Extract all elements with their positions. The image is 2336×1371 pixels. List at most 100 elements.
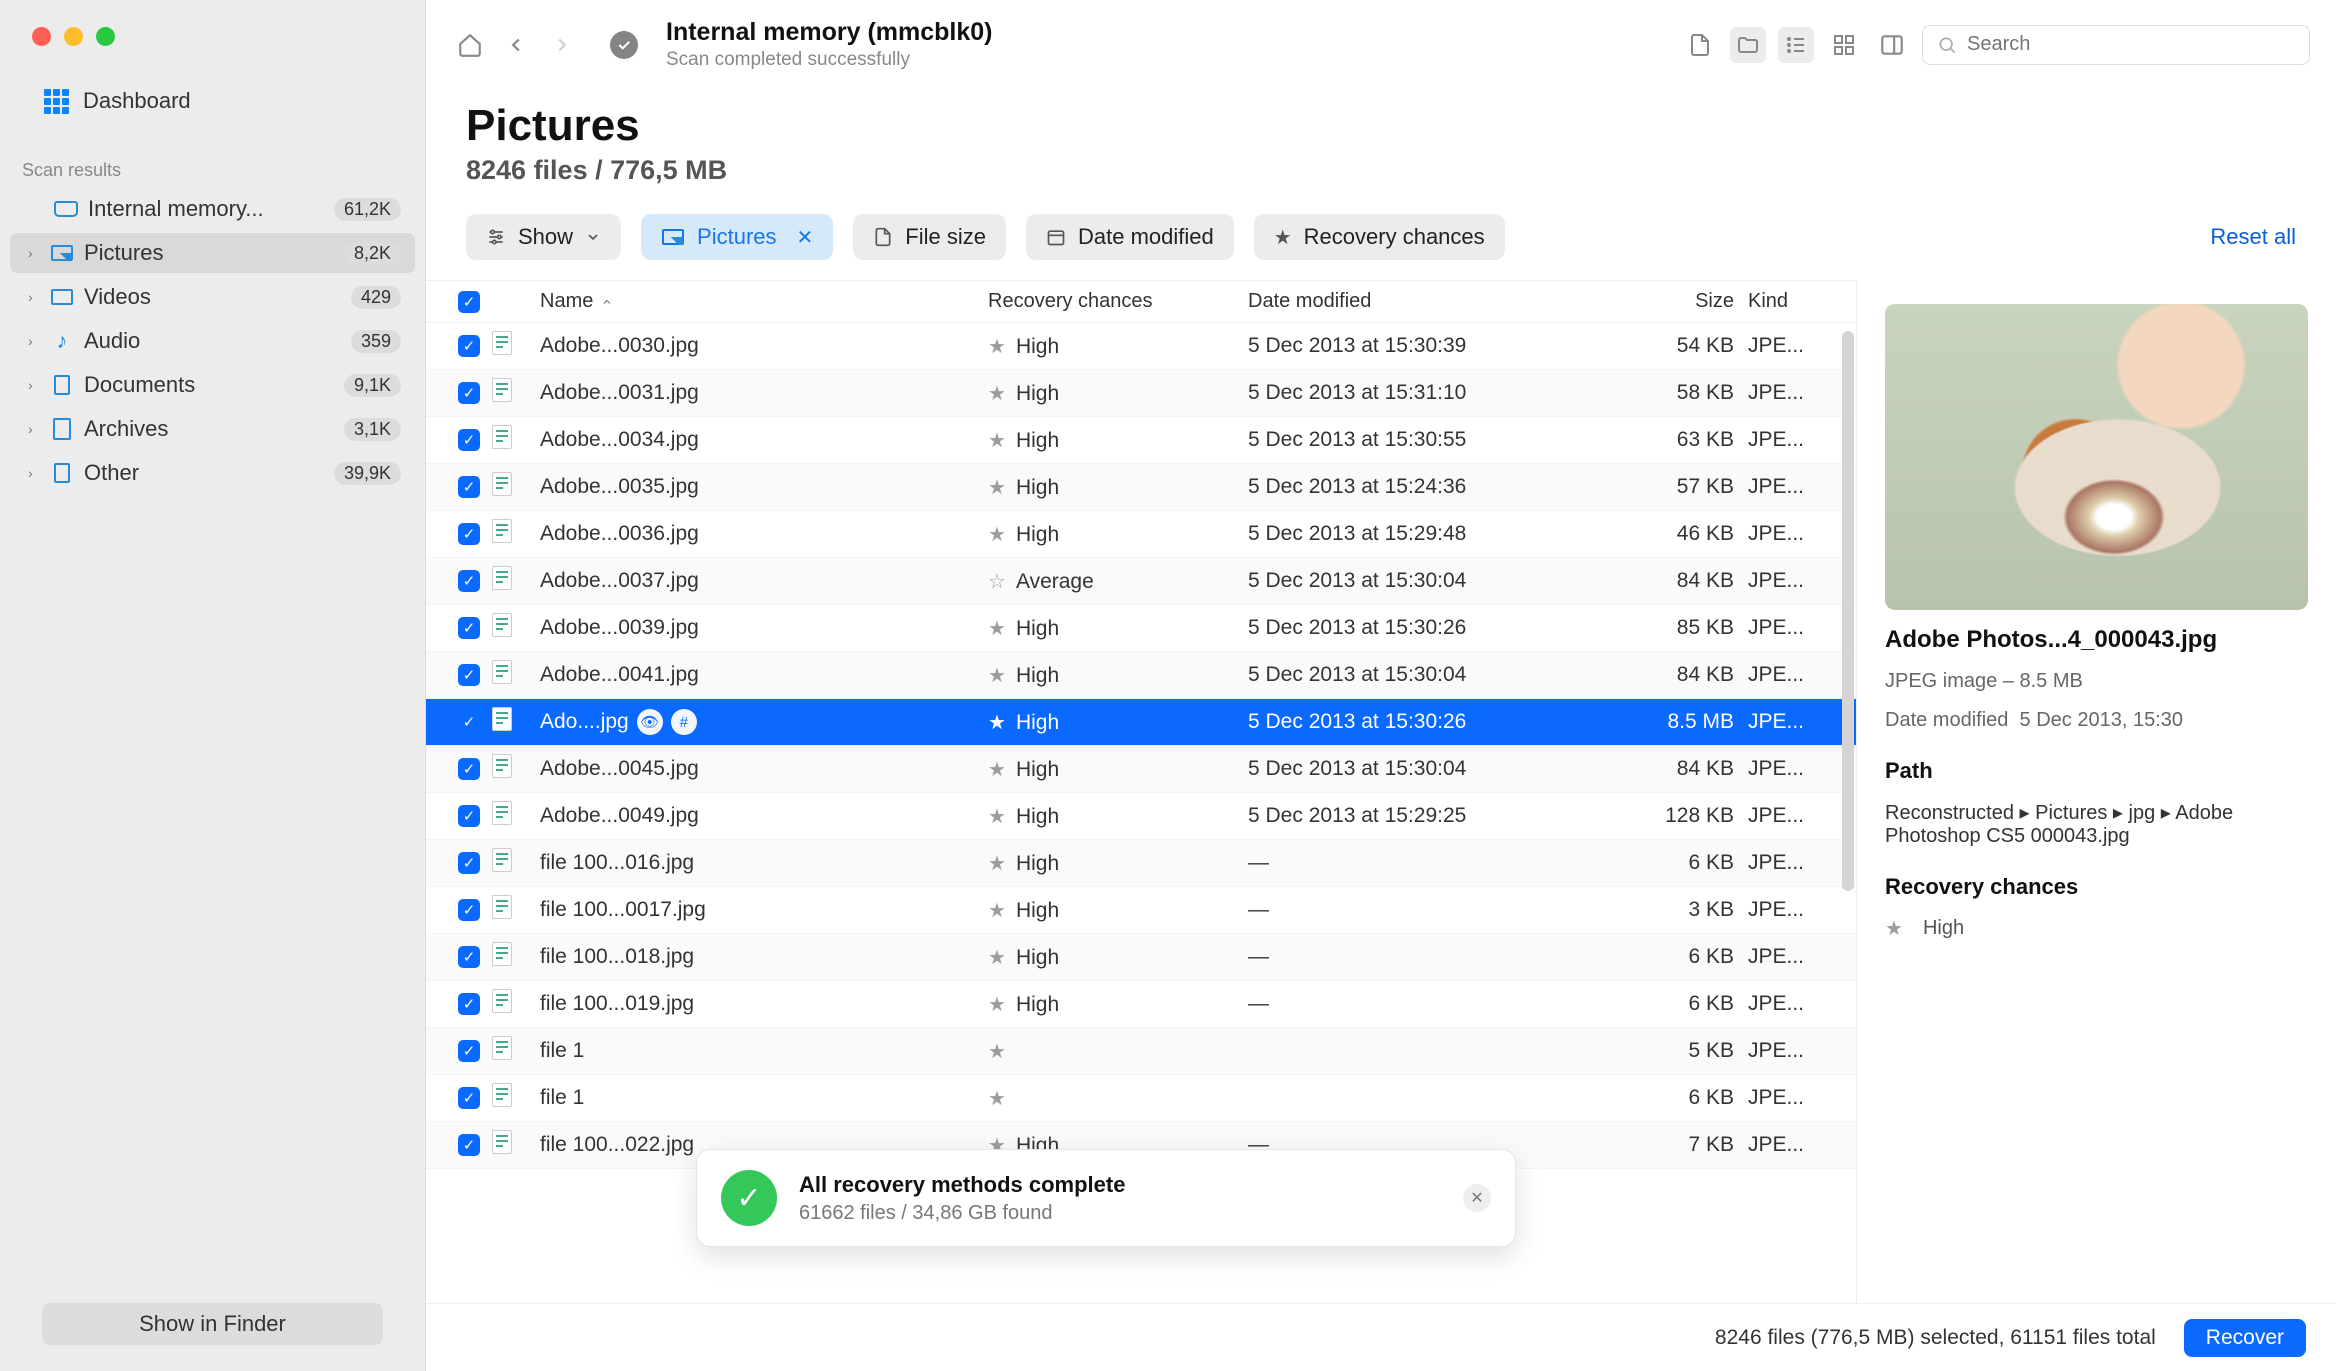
table-row[interactable]: ✓Adobe...0036.jpg★High5 Dec 2013 at 15:2…: [426, 511, 1856, 558]
row-checkbox[interactable]: ✓: [458, 1087, 480, 1109]
table-row[interactable]: ✓Adobe...0049.jpg★High5 Dec 2013 at 15:2…: [426, 793, 1856, 840]
sidebar-item-audio[interactable]: › ♪ Audio 359: [10, 321, 415, 361]
table-row[interactable]: ✓Adobe...0045.jpg★High5 Dec 2013 at 15:3…: [426, 746, 1856, 793]
new-file-icon[interactable]: [1682, 27, 1718, 63]
scan-results-header: Scan results: [22, 160, 425, 181]
table-row[interactable]: ✓file 100...016.jpg★High—6 KBJPE...: [426, 840, 1856, 887]
table-row[interactable]: ✓Adobe...0041.jpg★High5 Dec 2013 at 15:3…: [426, 652, 1856, 699]
row-checkbox[interactable]: ✓: [458, 664, 480, 686]
select-all-checkbox[interactable]: ✓: [446, 291, 492, 313]
col-kind[interactable]: Kind: [1748, 290, 1856, 313]
detail-rc-value: High: [1923, 917, 1964, 940]
kind-value: JPE...: [1748, 1039, 1856, 1063]
table-row[interactable]: ✓file 1★6 KBJPE...: [426, 1075, 1856, 1122]
table-row[interactable]: ✓Adobe...0030.jpg★High5 Dec 2013 at 15:3…: [426, 323, 1856, 370]
minimize-window[interactable]: [64, 27, 83, 46]
star-icon: ★: [988, 618, 1006, 640]
file-name: Adobe...0035.jpg: [540, 475, 699, 499]
row-checkbox[interactable]: ✓: [458, 711, 480, 733]
sidebar-item-archives[interactable]: › Archives 3,1K: [10, 409, 415, 449]
size-value: 6 KB: [1608, 1086, 1748, 1110]
star-icon: ★: [988, 947, 1006, 969]
show-in-finder-button[interactable]: Show in Finder: [42, 1303, 383, 1345]
search-field[interactable]: [1922, 25, 2310, 65]
size-value: 63 KB: [1608, 428, 1748, 452]
row-checkbox[interactable]: ✓: [458, 476, 480, 498]
show-filter[interactable]: Show: [466, 214, 621, 260]
recovery-value: High: [1016, 335, 1059, 358]
file-preview[interactable]: [1885, 304, 2308, 610]
search-input[interactable]: [1967, 33, 2295, 56]
remove-filter-icon[interactable]: ✕: [797, 225, 814, 250]
row-checkbox[interactable]: ✓: [458, 570, 480, 592]
col-name[interactable]: Name: [540, 290, 988, 313]
detail-date-label: Date modified: [1885, 709, 2008, 731]
sort-asc-icon: [601, 296, 613, 308]
row-checkbox[interactable]: ✓: [458, 899, 480, 921]
panel-toggle-icon[interactable]: [1874, 27, 1910, 63]
forward-button[interactable]: [544, 27, 580, 63]
reset-filters-link[interactable]: Reset all: [2210, 224, 2296, 250]
row-checkbox[interactable]: ✓: [458, 805, 480, 827]
list-view-icon[interactable]: [1778, 27, 1814, 63]
home-button[interactable]: [452, 27, 488, 63]
table-row[interactable]: ✓Adobe...0034.jpg★High5 Dec 2013 at 15:3…: [426, 417, 1856, 464]
row-checkbox[interactable]: ✓: [458, 523, 480, 545]
row-checkbox[interactable]: ✓: [458, 1040, 480, 1062]
size-value: 84 KB: [1608, 569, 1748, 593]
back-button[interactable]: [498, 27, 534, 63]
file-name: file 1: [540, 1086, 584, 1110]
chevron-down-icon: [585, 229, 601, 245]
table-row[interactable]: ✓Ado....jpg👁#★High5 Dec 2013 at 15:30:26…: [426, 699, 1856, 746]
row-checkbox[interactable]: ✓: [458, 758, 480, 780]
sidebar-drive[interactable]: Internal memory... 61,2K: [10, 189, 415, 229]
date-value: —: [1248, 992, 1608, 1016]
toast-close-button[interactable]: ✕: [1463, 1184, 1491, 1212]
grid-view-icon[interactable]: [1826, 27, 1862, 63]
row-checkbox[interactable]: ✓: [458, 617, 480, 639]
fullscreen-window[interactable]: [96, 27, 115, 46]
sliders-icon: [486, 227, 506, 247]
row-checkbox[interactable]: ✓: [458, 382, 480, 404]
row-checkbox[interactable]: ✓: [458, 946, 480, 968]
file-name: Adobe...0034.jpg: [540, 428, 699, 452]
row-checkbox[interactable]: ✓: [458, 1134, 480, 1156]
scrollbar[interactable]: [1842, 331, 1854, 1251]
row-checkbox[interactable]: ✓: [458, 852, 480, 874]
date-filter[interactable]: Date modified: [1026, 214, 1234, 260]
dashboard-link[interactable]: Dashboard: [44, 88, 425, 114]
recovery-value: High: [1016, 429, 1059, 452]
size-value: 6 KB: [1608, 945, 1748, 969]
folder-view-icon[interactable]: [1730, 27, 1766, 63]
table-row[interactable]: ✓Adobe...0037.jpg☆Average5 Dec 2013 at 1…: [426, 558, 1856, 605]
table-row[interactable]: ✓Adobe...0031.jpg★High5 Dec 2013 at 15:3…: [426, 370, 1856, 417]
col-size[interactable]: Size: [1608, 290, 1748, 313]
size-value: 85 KB: [1608, 616, 1748, 640]
filesize-filter[interactable]: File size: [853, 214, 1006, 260]
date-value: 5 Dec 2013 at 15:30:26: [1248, 616, 1608, 640]
sidebar-item-videos[interactable]: › Videos 429: [10, 277, 415, 317]
sidebar-item-pictures[interactable]: › Pictures 8,2K: [10, 233, 415, 273]
table-row[interactable]: ✓Adobe...0039.jpg★High5 Dec 2013 at 15:3…: [426, 605, 1856, 652]
sidebar-item-other[interactable]: › Other 39,9K: [10, 453, 415, 493]
recovery-filter[interactable]: ★ Recovery chances: [1254, 214, 1505, 260]
table-row[interactable]: ✓file 100...018.jpg★High—6 KBJPE...: [426, 934, 1856, 981]
row-checkbox[interactable]: ✓: [458, 993, 480, 1015]
file-icon: [492, 707, 512, 731]
table-row[interactable]: ✓file 1★5 KBJPE...: [426, 1028, 1856, 1075]
pictures-filter-chip[interactable]: Pictures ✕: [641, 214, 833, 260]
close-window[interactable]: [32, 27, 51, 46]
hex-pill-icon[interactable]: #: [671, 709, 697, 735]
table-row[interactable]: ✓file 100...0017.jpg★High—3 KBJPE...: [426, 887, 1856, 934]
col-recovery[interactable]: Recovery chances: [988, 290, 1248, 313]
recovery-filter-label: Recovery chances: [1304, 224, 1485, 250]
table-row[interactable]: ✓Adobe...0035.jpg★High5 Dec 2013 at 15:2…: [426, 464, 1856, 511]
preview-pill-icon[interactable]: 👁: [637, 709, 663, 735]
recover-button[interactable]: Recover: [2184, 1319, 2306, 1357]
col-date[interactable]: Date modified: [1248, 290, 1608, 313]
sidebar-item-documents[interactable]: › Documents 9,1K: [10, 365, 415, 405]
row-checkbox[interactable]: ✓: [458, 429, 480, 451]
date-value: —: [1248, 898, 1608, 922]
table-row[interactable]: ✓file 100...019.jpg★High—6 KBJPE...: [426, 981, 1856, 1028]
row-checkbox[interactable]: ✓: [458, 335, 480, 357]
